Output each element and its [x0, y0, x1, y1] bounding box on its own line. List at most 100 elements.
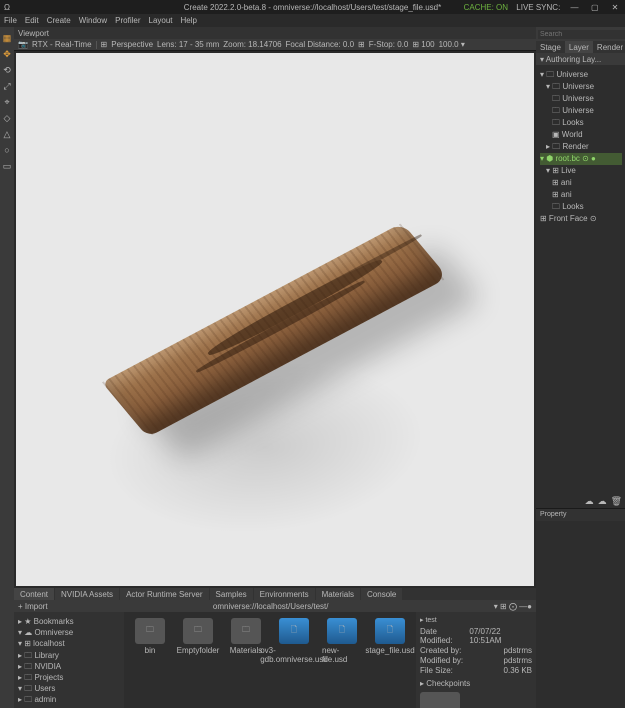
menu-layout[interactable]: Layout	[149, 16, 173, 25]
folder-icon: 🗀	[183, 618, 213, 644]
menu-edit[interactable]: Edit	[25, 16, 39, 25]
layer-tree[interactable]: ▾ 🗀 Universe▾ 🗀 Universe🗀 Universe🗀 Univ…	[536, 65, 625, 494]
camera-icon[interactable]: 📷	[18, 40, 28, 49]
usd-file-icon: 🗋	[375, 618, 405, 644]
viewport[interactable]	[16, 53, 534, 586]
layer-tree-item[interactable]: ▸ 🗀 Render	[540, 141, 622, 153]
tab-environments[interactable]: Environments	[254, 588, 315, 601]
title-bar: Ω Create 2022.2.0-beta.8 - omniverse://l…	[0, 0, 625, 14]
property-panel-header[interactable]: Property	[536, 509, 625, 521]
lens-value[interactable]: Lens: 17 - 35 mm	[157, 40, 219, 49]
bottom-tabs: Content NVIDIA Assets Actor Runtime Serv…	[14, 588, 536, 600]
layer-tree-item[interactable]: ⊞ Front Face ⊙	[540, 213, 622, 225]
file-label: stage_file.usd	[365, 646, 414, 655]
rotate-tool-icon[interactable]: ⟲	[0, 63, 14, 77]
file-label: ov3-gdb.omniverse.usd	[260, 646, 328, 664]
scale-tool-icon[interactable]: ⤢	[0, 79, 14, 93]
authoring-layer-header[interactable]: ▾ Authoring Lay...	[540, 55, 601, 64]
menu-bar: File Edit Create Window Profiler Layout …	[0, 14, 625, 27]
file-tree[interactable]: ▸ ★ Bookmarks ▾ ☁ Omniverse ▾ ⊞ localhos…	[14, 612, 124, 708]
tree-admin[interactable]: ▸ 🗀 admin	[18, 694, 120, 705]
menu-help[interactable]: Help	[181, 16, 197, 25]
breadcrumb[interactable]: omniverse://localhost/Users/test/	[213, 602, 329, 611]
file-thumb[interactable]: 🗋ov3-gdb.omniverse.usd	[274, 618, 314, 702]
layer-tree-item[interactable]: 🗀 Universe	[540, 105, 622, 117]
close-button[interactable]: ✕	[609, 3, 621, 12]
path-bar: + Import omniverse://localhost/Users/tes…	[14, 600, 536, 612]
checkpoint-thumb	[420, 692, 460, 708]
menu-profiler[interactable]: Profiler	[115, 16, 140, 25]
draw-mode-icon[interactable]: ⊞	[101, 40, 108, 49]
tree-localhost[interactable]: ▾ ⊞ localhost	[18, 638, 120, 649]
snap-tool-icon[interactable]: ⌖	[0, 95, 14, 109]
live-sync-toggle[interactable]: LIVE SYNC:	[516, 3, 560, 12]
file-details: ▸ test Date Modified:07/07/22 10:51AM Cr…	[416, 612, 536, 708]
tab-stage[interactable]: Stage	[536, 41, 565, 53]
right-panel: ⚙ ⊞ Stage Layer Render Settin... ▾ Autho…	[536, 27, 625, 708]
cloud-icon[interactable]: ☁	[585, 496, 594, 506]
app-title: Create 2022.2.0-beta.8 - omniverse://loc…	[184, 3, 441, 12]
tab-samples[interactable]: Samples	[210, 588, 253, 601]
thumbnail-grid: 🗀bin🗀Emptyfolder🗀Materials🗋ov3-gdb.omniv…	[124, 612, 416, 708]
menu-file[interactable]: File	[4, 16, 17, 25]
tool-a-icon[interactable]: ◇	[0, 111, 14, 125]
tab-render-settings[interactable]: Render Settin...	[593, 41, 625, 53]
layer-tree-item[interactable]: ▾ 🗀 Universe	[540, 69, 622, 81]
tool-c-icon[interactable]: ○	[0, 143, 14, 157]
file-label: bin	[145, 646, 156, 655]
zoom-value[interactable]: Zoom: 18.14706	[223, 40, 281, 49]
fstop-value[interactable]: F-Stop: 0.0	[369, 40, 409, 49]
file-thumb[interactable]: 🗀Emptyfolder	[178, 618, 218, 702]
folder-icon: 🗀	[135, 618, 165, 644]
tree-nvidia[interactable]: ▸ 🗀 NVIDIA	[18, 661, 120, 672]
detail-name[interactable]: ▸ test	[420, 616, 532, 624]
select-tool-icon[interactable]: ▦	[0, 31, 14, 45]
layer-tree-item[interactable]: ▾ ⬢ root.bc ⊙ ●	[540, 153, 622, 165]
tree-projects[interactable]: ▸ 🗀 Projects	[18, 672, 120, 683]
file-thumb[interactable]: 🗋stage_file.usd	[370, 618, 410, 702]
trash-icon[interactable]: 🗑	[611, 496, 622, 506]
detail-checkpoints[interactable]: ▸ Checkpoints	[420, 679, 532, 688]
menu-create[interactable]: Create	[47, 16, 71, 25]
path-options[interactable]: ▾ ⊞ ⨀ —●	[494, 602, 532, 611]
cloud-sync-icon[interactable]: ☁	[598, 496, 607, 506]
tool-b-icon[interactable]: △	[0, 127, 14, 141]
tool-sidebar: ▦ ✥ ⟲ ⤢ ⌖ ◇ △ ○ ▭	[0, 27, 14, 708]
layer-tree-item[interactable]: 🗀 Looks	[540, 201, 622, 213]
tab-actor-runtime[interactable]: Actor Runtime Server	[120, 588, 208, 601]
tab-nvidia-assets[interactable]: NVIDIA Assets	[55, 588, 119, 601]
camera-type[interactable]: Perspective	[111, 40, 153, 49]
layer-tree-item[interactable]: ⊞ ani	[540, 189, 622, 201]
layer-tree-item[interactable]: 🗀 Universe	[540, 93, 622, 105]
maximize-button[interactable]: ▢	[589, 3, 601, 12]
layer-tree-item[interactable]: ▾ 🗀 Universe	[540, 81, 622, 93]
tree-omniverse[interactable]: ▾ ☁ Omniverse	[18, 627, 120, 638]
res-icon[interactable]: ⊞	[358, 40, 365, 49]
focal-distance[interactable]: Focal Distance: 0.0	[286, 40, 354, 49]
tree-library[interactable]: ▸ 🗀 Library	[18, 650, 120, 661]
layer-tree-item[interactable]: ▾ ⊞ Live	[540, 165, 622, 177]
file-thumb[interactable]: 🗋new-file.usd	[322, 618, 362, 702]
usd-file-icon: 🗋	[327, 618, 357, 644]
layer-tree-item[interactable]: ▣ World	[540, 129, 622, 141]
render-mode[interactable]: RTX - Real-Time	[32, 40, 92, 49]
tab-materials[interactable]: Materials	[316, 588, 360, 601]
layer-tree-item[interactable]: 🗀 Looks	[540, 117, 622, 129]
resolution-scale[interactable]: 100.0 ▾	[439, 40, 465, 49]
file-label: Materials	[230, 646, 262, 655]
tab-console[interactable]: Console	[361, 588, 402, 601]
tree-users[interactable]: ▾ 🗀 Users	[18, 683, 120, 694]
tree-bookmarks[interactable]: ▸ ★ Bookmarks	[18, 616, 120, 627]
menu-window[interactable]: Window	[79, 16, 107, 25]
file-thumb[interactable]: 🗀 bin	[130, 618, 170, 702]
layer-tree-item[interactable]: ⊞ ani	[540, 177, 622, 189]
tool-d-icon[interactable]: ▭	[0, 159, 14, 173]
minimize-button[interactable]: —	[569, 3, 581, 12]
move-tool-icon[interactable]: ✥	[0, 47, 14, 61]
tab-layer[interactable]: Layer	[565, 41, 593, 53]
viewport-tab[interactable]: Viewport	[14, 27, 536, 39]
resolution-value[interactable]: ⊞ 100	[412, 40, 434, 49]
tab-content[interactable]: Content	[14, 588, 54, 601]
import-button[interactable]: + Import	[18, 602, 48, 611]
search-input[interactable]	[538, 30, 625, 39]
